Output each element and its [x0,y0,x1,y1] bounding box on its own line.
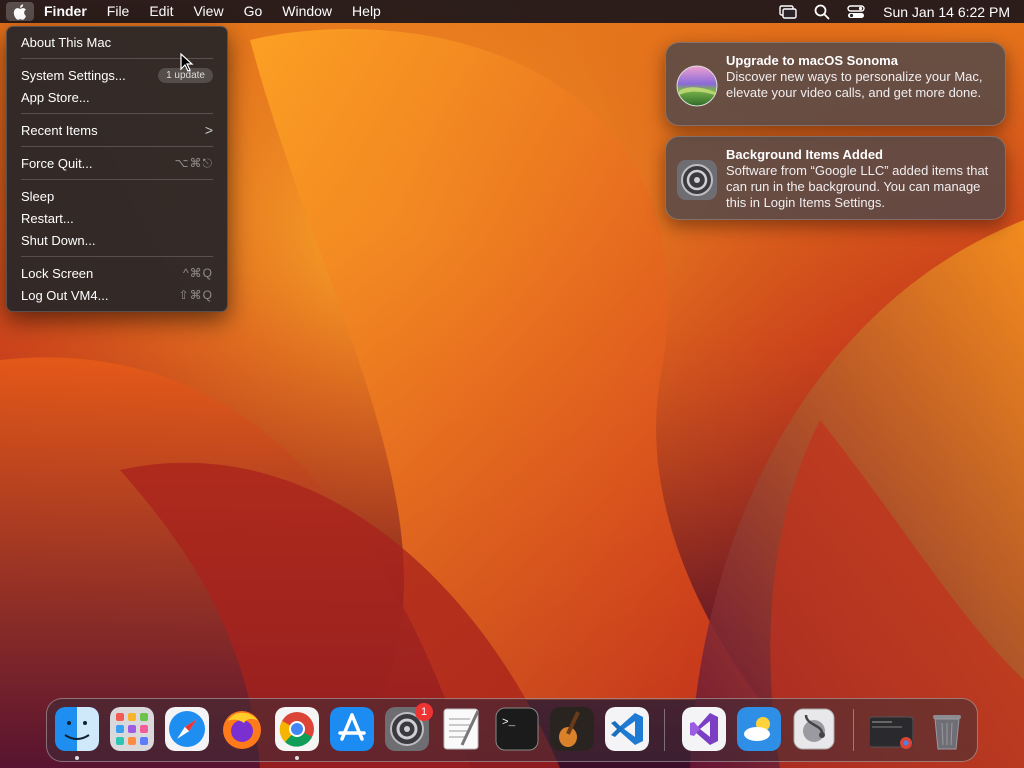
edit-menu[interactable]: Edit [139,0,183,23]
notification-body: Discover new ways to personalize your Ma… [726,69,983,100]
window-menu[interactable]: Window [272,0,342,23]
safari-icon[interactable] [165,707,209,751]
menu-bar: Finder File Edit View Go Window Help Sun… [0,0,1024,23]
menu-item-label: Force Quit... [21,155,93,171]
menu-item-label: Log Out VM4... [21,287,109,303]
chrome-window-thumbnail-icon[interactable] [869,707,913,751]
notification-title: Upgrade to macOS Sonoma [726,53,898,68]
finder-icon[interactable] [55,707,99,751]
notification-title: Background Items Added [726,147,883,162]
disk-utility-icon[interactable] [792,707,836,751]
menu-item-app-store[interactable]: App Store... [13,86,221,108]
chrome-icon[interactable] [275,707,319,751]
menu-item-about-this-mac[interactable]: About This Mac [13,31,221,53]
menu-separator [21,179,213,180]
dock-separator [853,709,854,751]
menu-item-label: Lock Screen [21,265,94,281]
menu-item-log-out[interactable]: Log Out VM4... ⇧⌘Q [13,284,221,306]
visual-studio-icon[interactable] [682,707,726,751]
app-name-menu[interactable]: Finder [34,0,97,23]
textedit-icon[interactable] [440,707,484,751]
menu-item-sleep[interactable]: Sleep [13,185,221,207]
mouse-cursor-icon [180,53,194,72]
menu-item-label: App Store... [21,89,90,105]
notification-background-items[interactable]: Background Items Added Software from “Go… [665,136,1006,220]
menu-item-restart[interactable]: Restart... [13,207,221,229]
menu-item-label: System Settings... [21,67,126,83]
go-menu[interactable]: Go [234,0,273,23]
running-indicator [295,756,299,760]
view-menu[interactable]: View [183,0,233,23]
dock: 1 >_ [46,698,978,762]
notification-upgrade-sonoma[interactable]: Upgrade to macOS Sonoma Discover new way… [665,42,1006,126]
chevron-right-icon: > [204,122,213,138]
trash-icon[interactable] [925,707,969,751]
dock-separator [664,709,665,751]
menubar-clock[interactable]: Sun Jan 14 6:22 PM [883,4,1010,20]
launchpad-icon[interactable] [110,707,154,751]
vscode-icon[interactable] [605,707,649,751]
running-indicator [75,756,79,760]
app-store-icon[interactable] [330,707,374,751]
menu-separator [21,113,213,114]
firefox-icon[interactable] [220,707,264,751]
menu-item-shut-down[interactable]: Shut Down... [13,229,221,251]
menu-shortcut: ⇧⌘Q [178,288,213,302]
notification-count-badge: 1 [415,703,433,721]
svg-text:>_: >_ [502,717,516,729]
system-settings-icon [677,160,717,200]
menu-item-label: Shut Down... [21,232,96,248]
menu-item-label: Sleep [21,188,55,204]
terminal-icon[interactable]: >_ [495,707,539,751]
menu-item-lock-screen[interactable]: Lock Screen ^⌘Q [13,262,221,284]
menu-item-label: Recent Items [21,122,98,138]
file-menu[interactable]: File [97,0,140,23]
apple-menu-icon[interactable] [6,2,34,21]
menu-item-label: About This Mac [21,34,112,50]
menu-shortcut: ⌥⌘⎋ [174,155,213,170]
screen-mirroring-icon[interactable] [777,3,799,21]
apple-menu-dropdown: About This Mac System Settings... 1 upda… [6,26,228,312]
menu-item-label: Restart... [21,210,74,226]
weather-icon[interactable] [737,707,781,751]
menu-shortcut: ^⌘Q [183,266,213,280]
help-menu[interactable]: Help [342,0,391,23]
menu-item-recent-items[interactable]: Recent Items > [13,119,221,141]
control-center-icon[interactable] [845,3,867,21]
menu-item-force-quit[interactable]: Force Quit... ⌥⌘⎋ [13,152,221,174]
garageband-icon[interactable] [550,707,594,751]
menu-separator [21,256,213,257]
search-icon[interactable] [811,3,833,21]
notification-body: Software from “Google LLC” added items t… [726,163,989,210]
menu-separator [21,146,213,147]
macos-sonoma-icon [676,65,718,107]
